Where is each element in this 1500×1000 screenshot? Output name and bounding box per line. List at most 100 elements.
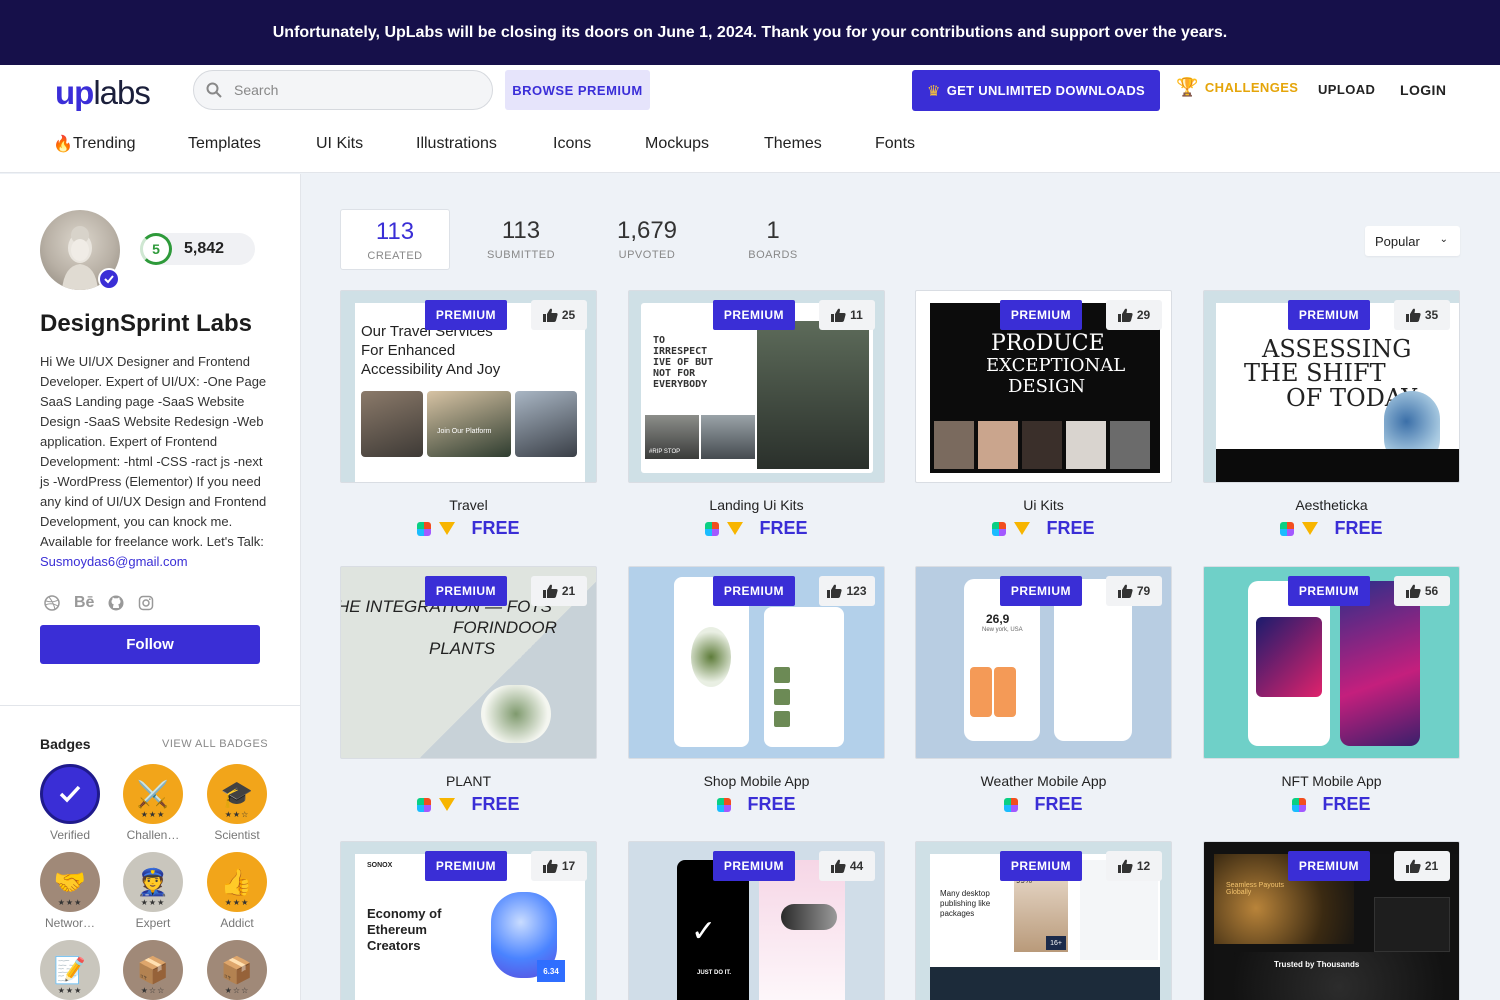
badge-networker[interactable]: 🤝 ★★★ Networ…: [28, 852, 112, 930]
shot-title[interactable]: Shop Mobile App: [628, 773, 885, 789]
shot-title[interactable]: Travel: [340, 497, 597, 513]
shot-title[interactable]: PLANT: [340, 773, 597, 789]
like-button[interactable]: 44: [819, 851, 875, 881]
badge-writer[interactable]: 📝 ★★★: [28, 940, 112, 1000]
challenges-link[interactable]: 🏆 CHALLENGES: [1176, 77, 1298, 98]
instagram-icon[interactable]: [138, 595, 154, 611]
verified-check-icon: [98, 268, 120, 290]
browse-premium-button[interactable]: BROWSE PREMIUM: [505, 70, 650, 110]
shot-thumbnail[interactable]: ✓ JUST DO IT. PREMIUM 44: [628, 841, 885, 1000]
crown-icon: ♛: [926, 82, 941, 100]
shot-thumbnail[interactable]: Many desktoppublishing likepackages99%16…: [915, 841, 1172, 1000]
premium-badge: PREMIUM: [424, 576, 507, 606]
like-button[interactable]: 21: [531, 576, 587, 606]
challenges-label: CHALLENGES: [1204, 80, 1299, 95]
shot-card[interactable]: Seamless Payouts Globally Trusted by Thou…: [1203, 841, 1460, 1000]
thumb-heading: Many desktop: [940, 889, 990, 898]
like-count: 11: [850, 308, 863, 322]
thumb-heading: DESIGN: [1008, 376, 1086, 397]
like-count: 17: [561, 859, 576, 873]
shot-card[interactable]: ✓JUST DO IT. PREMIUM 44 FREE: [628, 841, 885, 1000]
badge-addict[interactable]: 👍 ★★★ Addict: [195, 852, 279, 930]
nav-icons[interactable]: Icons: [553, 135, 591, 153]
thumb-heading: PRoDUCE: [991, 331, 1105, 356]
shot-thumbnail[interactable]: 26,9 New york, USA PREMIUM 79: [915, 566, 1172, 759]
thumbs-up-icon: [1405, 584, 1421, 598]
nav-themes[interactable]: Themes: [764, 135, 822, 153]
closing-announcement-banner: Unfortunately, UpLabs will be closing it…: [0, 0, 1500, 65]
shot-card[interactable]: PREMIUM 123 Shop Mobile App FREE: [628, 566, 885, 815]
nav-illustrations[interactable]: Illustrations: [416, 135, 497, 153]
badge-challenger[interactable]: ⚔️ ★★★ Challen…: [111, 764, 195, 842]
stat-upvoted-tab[interactable]: 1,679 UPVOTED: [592, 209, 702, 270]
shot-title[interactable]: Landing Ui Kits: [628, 497, 885, 513]
shot-card[interactable]: HE INTEGRATION — FOTS FORINDOOR PLANTS PRE…: [340, 566, 597, 815]
like-button[interactable]: 17: [531, 851, 587, 881]
nav-fonts[interactable]: Fonts: [875, 135, 915, 153]
shot-thumbnail[interactable]: PRoDUCE EXCEPTIONAL DESIGN PREMIUM 29: [915, 290, 1172, 483]
like-button[interactable]: 21: [1394, 851, 1450, 881]
shot-title[interactable]: Ui Kits: [915, 497, 1172, 513]
badge-box-1[interactable]: 📦 ★☆☆: [111, 940, 195, 1000]
search-box[interactable]: [193, 70, 493, 110]
search-input[interactable]: [234, 82, 464, 98]
badge-expert[interactable]: 👮 ★★★ Expert: [111, 852, 195, 930]
nav-mockups[interactable]: Mockups: [645, 135, 709, 153]
behance-icon[interactable]: Bē: [74, 594, 94, 612]
shot-meta: FREE: [340, 518, 597, 539]
like-count: 21: [1424, 859, 1439, 873]
shot-thumbnail[interactable]: PREMIUM 123: [628, 566, 885, 759]
follow-button[interactable]: Follow: [40, 625, 260, 664]
like-button[interactable]: 12: [1106, 851, 1162, 881]
shot-card[interactable]: 26,9 New york, USA PREMIUM 79 Weather Mob…: [915, 566, 1172, 815]
shot-card[interactable]: Many desktoppublishing likepackages99%16…: [915, 841, 1172, 1000]
shot-thumbnail[interactable]: Seamless Payouts Globally Trusted by Thou…: [1203, 841, 1460, 1000]
sort-select[interactable]: Popular ⌄: [1365, 226, 1460, 256]
shot-thumbnail[interactable]: TO IRRESPECT IVE OF BUT NOT FOR EVERYBODY #RI…: [628, 290, 885, 483]
nav-trending[interactable]: Trending: [73, 135, 136, 153]
badge-scientist[interactable]: 🎓 ★★☆ Scientist: [195, 764, 279, 842]
shot-card[interactable]: TO IRRESPECT IVE OF BUT NOT FOR EVERYBODY #RI…: [628, 290, 885, 539]
nav-templates[interactable]: Templates: [188, 135, 261, 153]
shot-thumbnail[interactable]: SONOX Economy of Ethereum Creators 6.34 PREM…: [340, 841, 597, 1000]
upload-link[interactable]: UPLOAD: [1318, 82, 1375, 97]
stat-boards-tab[interactable]: 1 BOARDS: [718, 209, 828, 270]
thumb-heading: PLANTS: [429, 639, 496, 658]
like-button[interactable]: 35: [1394, 300, 1450, 330]
shot-title[interactable]: NFT Mobile App: [1203, 773, 1460, 789]
shot-card[interactable]: PRoDUCE EXCEPTIONAL DESIGN PREMIUM 29 Ui K…: [915, 290, 1172, 539]
like-button[interactable]: 11: [819, 300, 875, 330]
shot-card[interactable]: Our Travel Services For Enhanced Accessibi…: [340, 290, 597, 539]
shot-card[interactable]: SONOX Economy of Ethereum Creators 6.34 PREM…: [340, 841, 597, 1000]
like-button[interactable]: 25: [531, 300, 587, 330]
shot-thumbnail[interactable]: HE INTEGRATION — FOTS FORINDOOR PLANTS PRE…: [340, 566, 597, 759]
like-button[interactable]: 79: [1106, 576, 1162, 606]
like-button[interactable]: 123: [819, 576, 875, 606]
free-label: FREE: [471, 518, 520, 538]
login-link[interactable]: LOGIN: [1400, 82, 1446, 98]
shot-thumbnail[interactable]: Our Travel Services For Enhanced Accessibi…: [340, 290, 597, 483]
email-link[interactable]: Susmoydas6@gmail.com: [40, 554, 188, 569]
badge-box-2[interactable]: 📦 ★☆☆: [195, 940, 279, 1000]
shot-card[interactable]: ASSESSING THE SHIFT OF TODAY PREMIUM 35 Ae…: [1203, 290, 1460, 539]
nav-ui-kits[interactable]: UI Kits: [316, 135, 363, 153]
stat-created-tab[interactable]: 113 CREATED: [340, 209, 450, 270]
thumbs-up-icon: [1405, 859, 1421, 873]
dribbble-icon[interactable]: [44, 595, 60, 611]
shot-thumbnail[interactable]: PREMIUM 56: [1203, 566, 1460, 759]
stat-submitted-tab[interactable]: 113 SUBMITTED: [466, 209, 576, 270]
get-unlimited-downloads-button[interactable]: ♛ GET UNLIMITED DOWNLOADS: [912, 70, 1160, 111]
thumbs-up-icon: [542, 308, 558, 322]
uplabs-logo[interactable]: uplabs: [55, 74, 151, 112]
shot-card[interactable]: PREMIUM 56 NFT Mobile App FREE: [1203, 566, 1460, 815]
shot-thumbnail[interactable]: ASSESSING THE SHIFT OF TODAY PREMIUM 35: [1203, 290, 1460, 483]
shot-title[interactable]: Weather Mobile App: [915, 773, 1172, 789]
like-button[interactable]: 29: [1106, 300, 1162, 330]
shot-meta: FREE: [915, 518, 1172, 539]
like-button[interactable]: 56: [1394, 576, 1450, 606]
badge-verified[interactable]: Verified: [28, 764, 112, 842]
github-icon[interactable]: [108, 595, 124, 611]
view-all-badges-link[interactable]: VIEW ALL BADGES: [162, 738, 268, 750]
photo-tile: [701, 415, 755, 459]
shot-title[interactable]: Aestheticka: [1203, 497, 1460, 513]
